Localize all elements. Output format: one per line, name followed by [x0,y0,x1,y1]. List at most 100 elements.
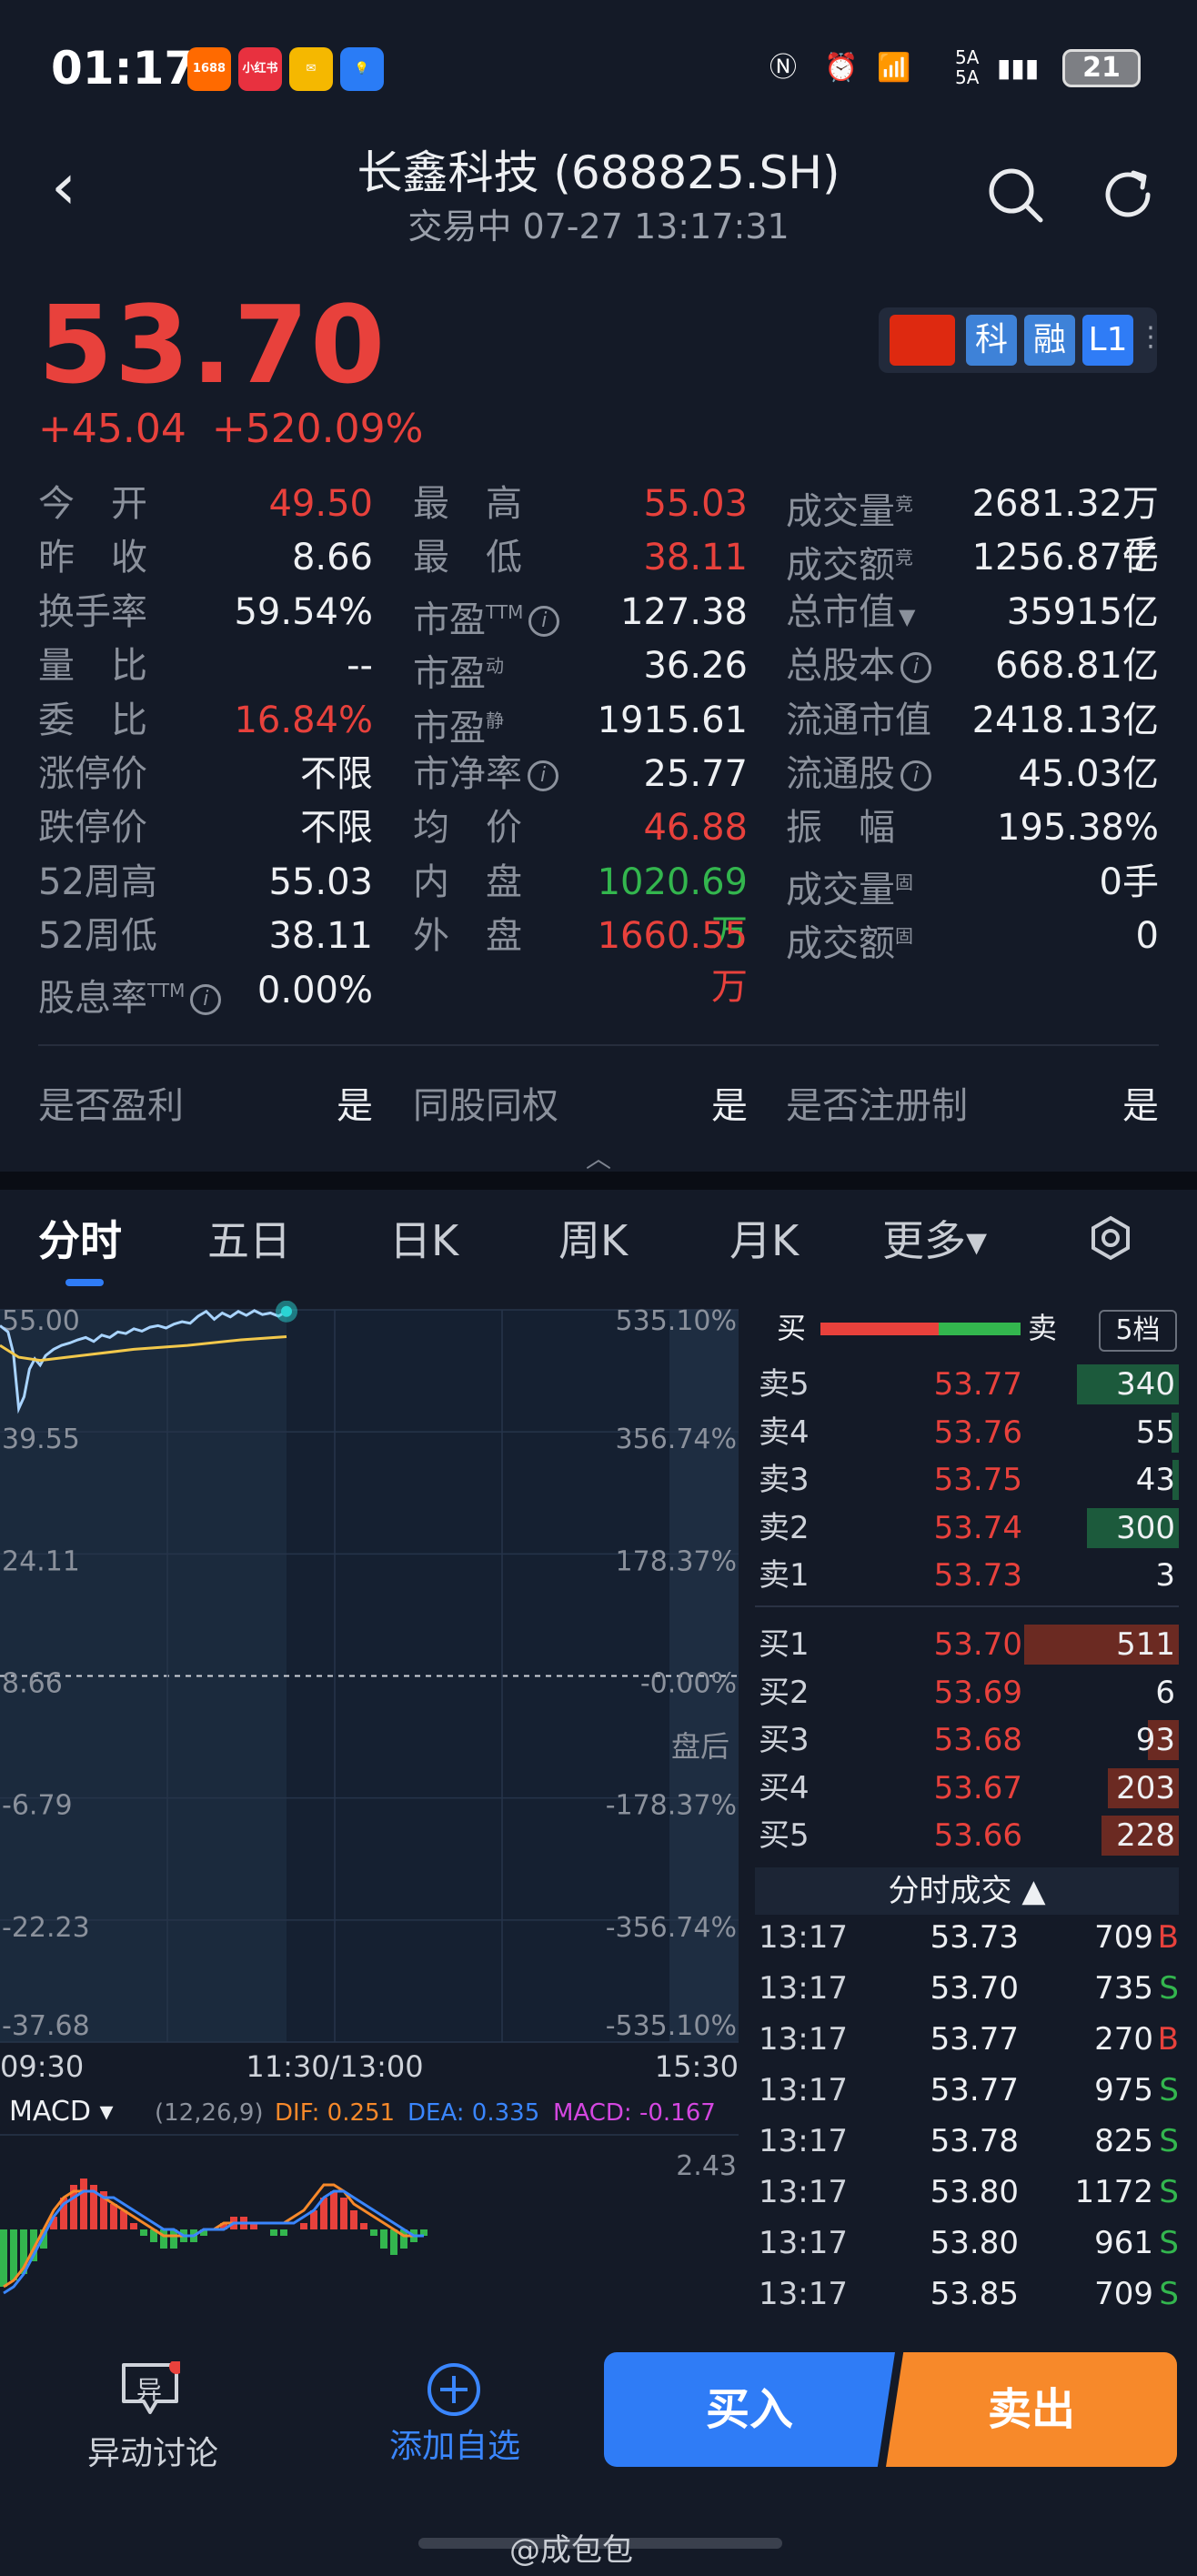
info-icon[interactable]: i [528,760,558,791]
stat-label-sup: 竞 [895,547,913,569]
trade-side: S [1159,2225,1179,2261]
bid-qty: 228 [1116,1817,1175,1855]
stat-value: 0 [1135,915,1159,958]
tab-1[interactable]: 五日 [207,1208,291,1268]
stat-label: 成交额固 [786,911,913,965]
stat-label-text: 总市值 [786,590,895,633]
buy-button[interactable]: 买入 [604,2352,895,2467]
bid-row[interactable]: 买4 53.67 203 [755,1765,1179,1812]
info-icon[interactable]: i [900,652,931,684]
current-point [281,1305,293,1317]
stat-value: 8.66 [291,537,373,579]
macd-bar [0,2229,7,2287]
trade-row: 13:17 53.77 975 S [755,2065,1179,2116]
stat-value: 1915.61 [597,699,748,741]
app-icon-3: 💡 [340,47,384,91]
trade-row: 13:17 53.78 825 S [755,2116,1179,2167]
stat-value: 2418.13亿 [971,699,1159,741]
tab-3[interactable]: 周K [558,1208,628,1268]
china-flag-icon [890,315,955,366]
stat-label-sup: 静 [486,709,504,731]
info-icon[interactable]: i [900,760,931,791]
y-left-tick: 8.66 [2,1668,63,1700]
last-price: 53.70 [38,282,387,408]
stat-label[interactable]: 流通股 i [786,749,931,800]
y-left-tick: 39.55 [2,1424,80,1455]
stat-label-text: 涨停价 [38,753,147,795]
bid-qty: 203 [1116,1769,1175,1806]
tab-4[interactable]: 月K [729,1208,799,1268]
add-watchlist-button[interactable]: 添加自选 [389,2420,520,2467]
stat-label[interactable]: 市盈TTM i [413,587,560,640]
stat-label: 52周高 [38,857,157,908]
trade-volume: 961 [1094,2225,1153,2261]
bid-row[interactable]: 买2 53.69 6 [755,1669,1179,1716]
discussion-button[interactable]: 异动讨论 [87,2427,218,2474]
stat-label: 昨 收 [38,532,147,583]
collapse-chevron-icon[interactable]: ︿ [586,1139,611,1175]
y-right-tick: -0.00% [640,1668,737,1700]
trade-price: 53.80 [930,2225,1019,2261]
intraday-chart[interactable]: 55.00 535.10% 39.55 356.74% 24.11 178.37% 8.66… [0,1301,746,2329]
trades-header[interactable]: 分时成交 ▲ [755,1867,1179,1915]
stat-label-sup: 竞 [895,493,913,515]
stat-label-text: 今 开 [38,483,147,525]
signal-label: 5A 5A [955,46,980,88]
ask-row[interactable]: 卖5 53.77 340 [755,1361,1179,1408]
ratio-bar-sell [939,1323,1021,1335]
add-watchlist-icon[interactable] [426,2361,482,2418]
bid-row[interactable]: 买3 53.68 93 [755,1716,1179,1764]
ask-price: 53.73 [933,1557,1022,1595]
bid-qty: 511 [1116,1626,1175,1663]
stat-value: 1256.87亿 [971,537,1159,579]
stat-label-text: 最 低 [413,537,522,579]
macd-bar [340,2198,347,2229]
stat-value: 0.00% [256,969,373,1011]
y-right-tick: -356.74% [606,1912,737,1944]
section-separator [0,1172,1197,1190]
stat-label[interactable]: 总股本 i [786,640,931,691]
depth-selector[interactable]: 5档 [1099,1310,1177,1352]
tab-0[interactable]: 分时 [38,1208,122,1268]
sell-button[interactable]: 卖出 [886,2352,1177,2467]
macd-bar [390,2229,397,2255]
x-tick: 15:30 [655,2049,739,2084]
ask-row[interactable]: 卖4 53.76 55 [755,1409,1179,1456]
stat-label[interactable]: 股息率TTM i [38,965,222,1019]
search-icon[interactable] [984,164,1046,226]
bid-row[interactable]: 买1 53.70 511 [755,1621,1179,1668]
tab-2[interactable]: 日K [389,1208,458,1268]
alarm-icon: ⏰ [824,52,859,84]
y-right-tick: -535.10% [606,2010,737,2042]
stat-label[interactable]: 总市值 ▼ [786,587,915,638]
info-icon[interactable]: i [528,606,560,638]
bid-row[interactable]: 买5 53.66 228 [755,1812,1179,1859]
book-divider [755,1605,1179,1607]
divider [38,1044,1159,1046]
stat-label-text: 52周高 [38,860,157,903]
buy-side-label: 买 [777,1311,807,1345]
ask-row[interactable]: 卖3 53.75 43 [755,1456,1179,1504]
ask-row[interactable]: 卖1 53.73 3 [755,1552,1179,1599]
trade-volume: 825 [1094,2123,1153,2159]
stat-value: 2681.32万手 [971,483,1159,576]
settings-icon[interactable] [1088,1215,1133,1261]
stat-label[interactable]: 市净率 i [413,749,558,800]
more-icon[interactable]: ⋮ [1137,315,1164,366]
stat-value: 不限 [300,807,373,850]
tab-5[interactable]: 更多▾ [882,1208,987,1268]
ask-row[interactable]: 卖2 53.74 300 [755,1504,1179,1552]
trade-volume: 735 [1094,1970,1153,2007]
stat-label-text: 流通市值 [786,699,931,741]
trade-volume: 975 [1094,2072,1153,2108]
trade-side: S [1159,2276,1179,2312]
trade-price: 53.77 [930,2072,1019,2108]
stat-label-text: 最 高 [413,483,522,525]
macd-bar [140,2229,147,2236]
dropdown-icon[interactable]: ▼ [899,604,915,629]
price-change: +45.04 +520.09% [38,406,423,452]
bid-price: 53.67 [933,1769,1022,1806]
stat-label-text: 成交额 [786,544,895,587]
refresh-icon[interactable] [1097,164,1159,226]
stat-value: 0手 [1099,860,1159,903]
